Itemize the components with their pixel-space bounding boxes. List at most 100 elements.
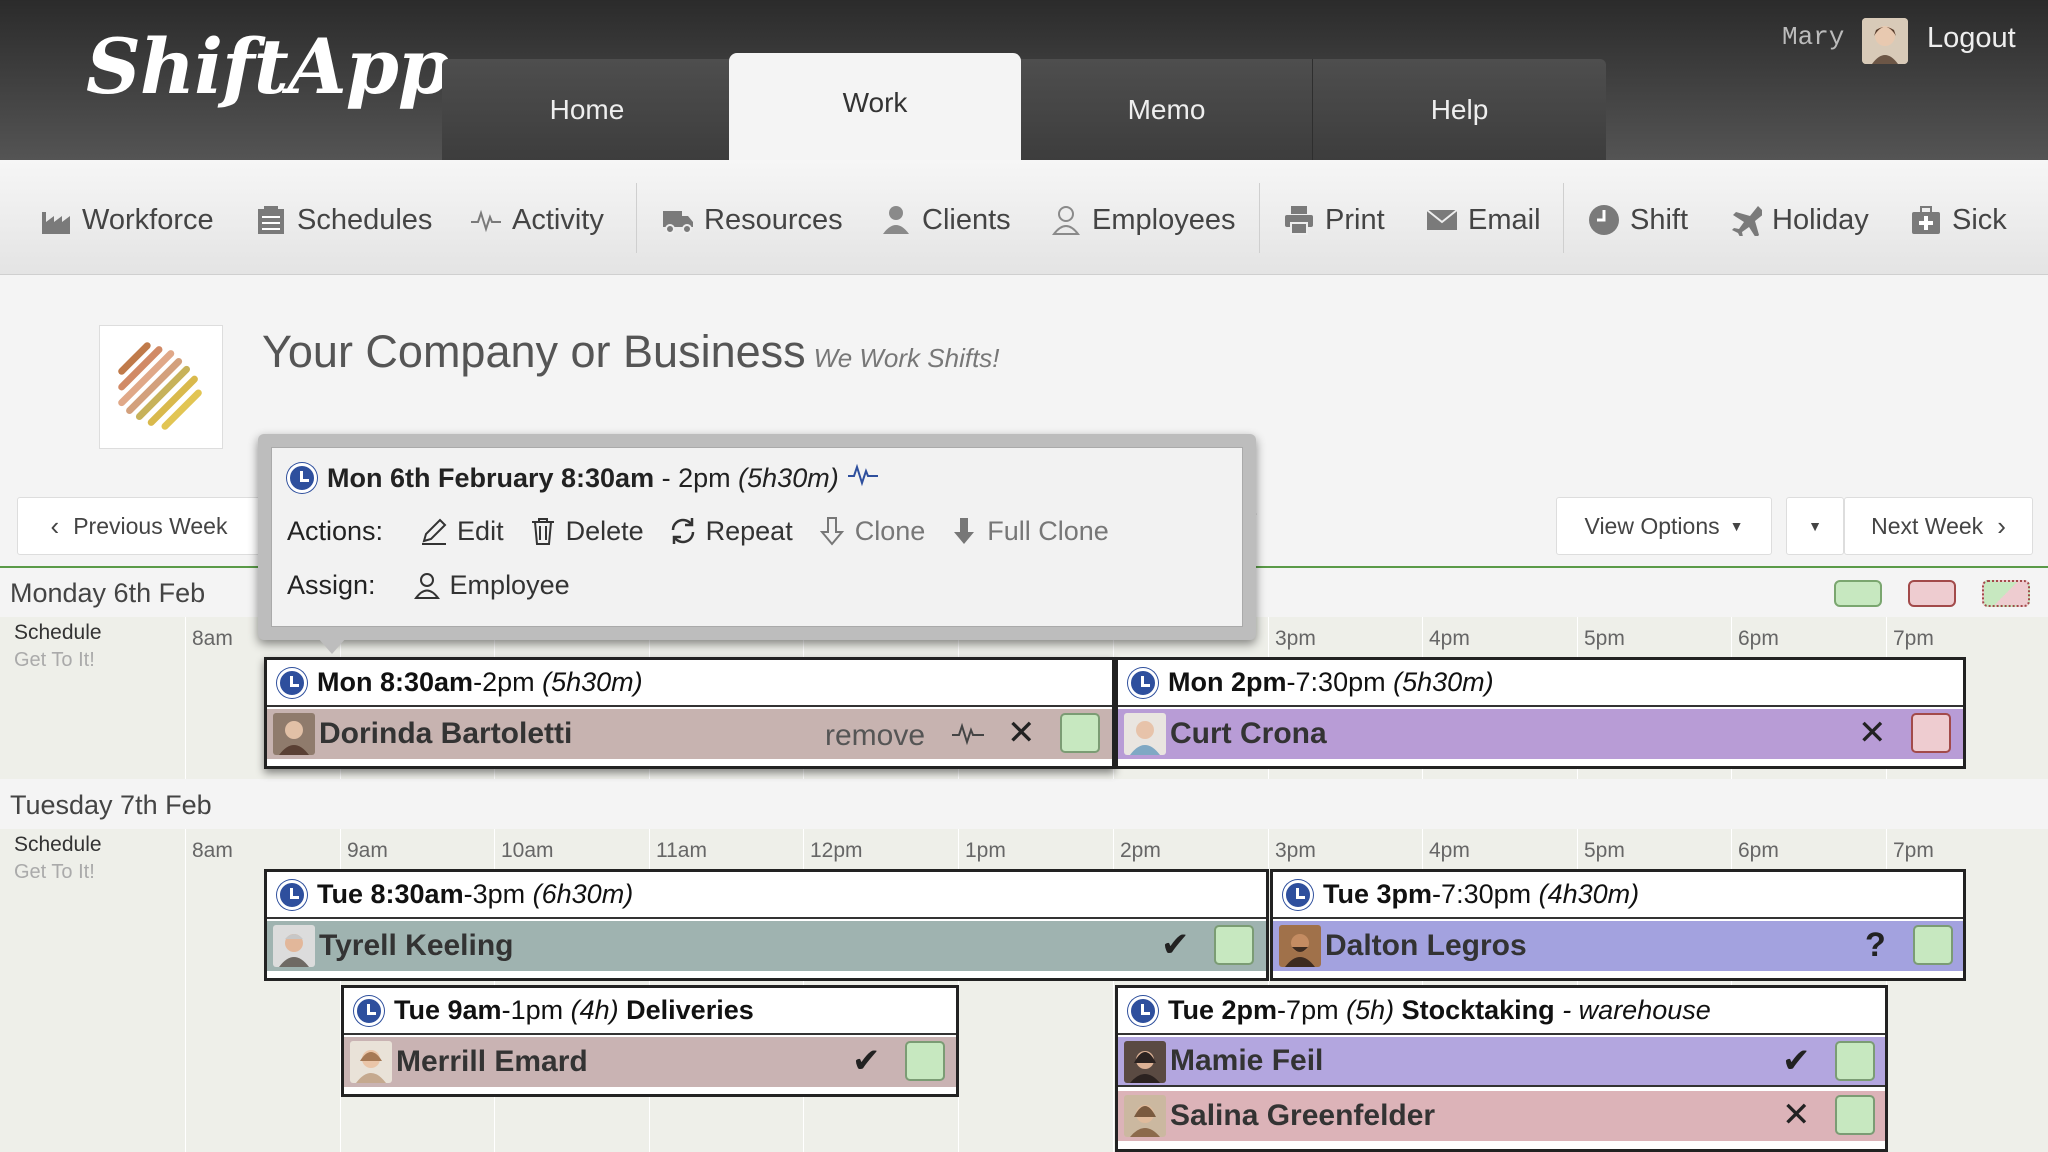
toolbar-shift[interactable]: Shift — [1588, 200, 1688, 240]
staff-name: Salina Greenfelder — [1170, 1099, 1436, 1132]
previous-week-button[interactable]: ‹ Previous Week — [17, 497, 261, 555]
toolbar-workforce[interactable]: Workforce — [40, 200, 214, 240]
shift-duration: (5h) — [1346, 995, 1395, 1025]
staff-row[interactable]: Salina Greenfelder ✕ — [1118, 1091, 1885, 1141]
previous-week-label: Previous Week — [73, 512, 228, 539]
status-box[interactable] — [1060, 713, 1100, 753]
assign-employee-label: Employee — [449, 569, 570, 600]
view-options-button[interactable]: View Options ▼ — [1556, 497, 1772, 555]
shift-label: Deliveries — [626, 995, 754, 1025]
avatar — [1124, 713, 1166, 755]
activity-icon[interactable] — [847, 462, 879, 495]
clone-action[interactable]: Clone — [817, 516, 925, 547]
toolbar-holiday[interactable]: Holiday — [1730, 200, 1869, 240]
shift-card[interactable]: Mon 8:30am -2pm (5h30m) Dorinda Bartolett… — [264, 657, 1115, 769]
top-header: ShiftApp Home Work Memo Help Mary Logout — [0, 0, 2048, 160]
avatar — [350, 1041, 392, 1083]
full-clone-action[interactable]: Full Clone — [949, 516, 1109, 547]
assign-employee-action[interactable]: Employee — [412, 570, 570, 601]
user-avatar[interactable] — [1862, 18, 1908, 64]
decline-icon[interactable]: ✕ — [1858, 716, 1887, 750]
staff-row[interactable]: Dorinda Bartoletti remove ✕ — [267, 709, 1112, 759]
schedule-label: Schedule — [14, 621, 102, 644]
avatar — [1124, 1041, 1166, 1083]
time-4pm: 4pm — [1429, 627, 1470, 650]
status-box[interactable] — [1835, 1041, 1875, 1081]
edit-action[interactable]: Edit — [419, 516, 504, 547]
decline-icon[interactable]: ✕ — [1782, 1098, 1811, 1132]
repeat-action[interactable]: Repeat — [668, 516, 793, 547]
shift-header[interactable]: Mon 8:30am -2pm (5h30m) — [267, 660, 1112, 707]
check-icon[interactable]: ✔ — [1161, 928, 1190, 962]
toolbar-label: Print — [1325, 203, 1385, 236]
check-icon[interactable]: ✔ — [1782, 1044, 1811, 1078]
toolbar-print[interactable]: Print — [1283, 200, 1385, 240]
shift-card[interactable]: Tue 9am -1pm (4h) Deliveries Merrill Emar… — [341, 985, 959, 1097]
toolbar-sick[interactable]: Sick — [1910, 200, 2007, 240]
time-7pm: 7pm — [1893, 839, 1934, 862]
tab-help[interactable]: Help — [1312, 59, 1606, 160]
tab-home[interactable]: Home — [442, 59, 732, 160]
toolbar-label: Email — [1468, 203, 1541, 236]
staff-row[interactable]: Mamie Feil ✔ — [1118, 1037, 1885, 1087]
clock-icon — [1588, 204, 1620, 236]
next-week-button[interactable]: Next Week › — [1844, 497, 2033, 555]
toolbar-resources[interactable]: Resources — [662, 200, 843, 240]
status-box[interactable] — [1835, 1095, 1875, 1135]
decline-icon[interactable]: ✕ — [1007, 716, 1036, 750]
toolbar-employees[interactable]: Employees — [1050, 200, 1235, 240]
time-8am: 8am — [192, 627, 233, 650]
shift-header[interactable]: Tue 2pm -7pm (5h) Stocktaking - warehouse — [1118, 988, 1885, 1035]
week-dropdown-button[interactable]: ▼ — [1786, 497, 1844, 555]
status-box[interactable] — [905, 1041, 945, 1081]
time-6pm: 6pm — [1738, 839, 1779, 862]
toolbar-clients[interactable]: Clients — [880, 200, 1011, 240]
time-5pm: 5pm — [1584, 627, 1625, 650]
activity-icon[interactable] — [951, 719, 985, 757]
avatar — [1124, 1095, 1166, 1137]
clock-icon — [1128, 995, 1158, 1026]
company-tagline: We Work Shifts! — [813, 343, 1000, 373]
delete-action[interactable]: Delete — [528, 516, 644, 547]
staff-row[interactable]: Dalton Legros ? — [1273, 921, 1963, 971]
toolbar-label: Sick — [1952, 203, 2007, 236]
popover-date: Mon 6th February 8:30am — [327, 462, 655, 493]
factory-icon — [40, 204, 72, 236]
shift-card[interactable]: Tue 3pm -7:30pm (4h30m) Dalton Legros ? — [1270, 869, 1966, 981]
schedule-list-icon — [255, 204, 287, 236]
status-box[interactable] — [1911, 713, 1951, 753]
shift-header[interactable]: Tue 3pm -7:30pm (4h30m) — [1273, 872, 1963, 919]
logout-link[interactable]: Logout — [1927, 22, 2016, 55]
tab-work[interactable]: Work — [729, 53, 1021, 160]
staff-name: Tyrell Keeling — [319, 929, 514, 962]
tab-memo[interactable]: Memo — [1021, 59, 1312, 160]
toolbar-activity[interactable]: Activity — [470, 200, 604, 240]
shift-card[interactable]: Mon 2pm -7:30pm (5h30m) Curt Crona ✕ — [1115, 657, 1966, 769]
legend-declined — [1908, 580, 1956, 607]
shift-card[interactable]: Tue 2pm -7pm (5h) Stocktaking - warehouse… — [1115, 985, 1888, 1152]
shift-duration: (5h30m) — [1393, 667, 1494, 697]
app-logo[interactable]: ShiftApp — [86, 22, 451, 111]
popover-pointer — [318, 638, 346, 654]
toolbar-schedules[interactable]: Schedules — [255, 200, 432, 240]
staff-row[interactable]: Curt Crona ✕ — [1118, 709, 1963, 759]
remove-link[interactable]: remove — [825, 719, 925, 753]
toolbar-label: Workforce — [82, 203, 214, 236]
clients-icon — [880, 204, 912, 236]
shift-card[interactable]: Tue 8:30am -3pm (6h30m) Tyrell Keeling ✔ — [264, 869, 1269, 981]
shift-header[interactable]: Tue 9am -1pm (4h) Deliveries — [344, 988, 956, 1035]
get-to-it-label: Get To It! — [14, 861, 95, 883]
shift-duration: (4h) — [570, 995, 619, 1025]
toolbar-email[interactable]: Email — [1426, 200, 1541, 240]
shift-header[interactable]: Mon 2pm -7:30pm (5h30m) — [1118, 660, 1963, 707]
time-2pm: 2pm — [1120, 839, 1161, 862]
shift-header[interactable]: Tue 8:30am -3pm (6h30m) — [267, 872, 1266, 919]
day-title-monday: Monday 6th Feb — [10, 578, 206, 608]
staff-row[interactable]: Tyrell Keeling ✔ — [267, 921, 1266, 971]
toolbar-divider — [1563, 183, 1564, 253]
status-box[interactable] — [1913, 925, 1953, 965]
question-icon[interactable]: ? — [1865, 928, 1886, 962]
check-icon[interactable]: ✔ — [852, 1044, 881, 1078]
staff-row[interactable]: Merrill Emard ✔ — [344, 1037, 956, 1087]
status-box[interactable] — [1214, 925, 1254, 965]
